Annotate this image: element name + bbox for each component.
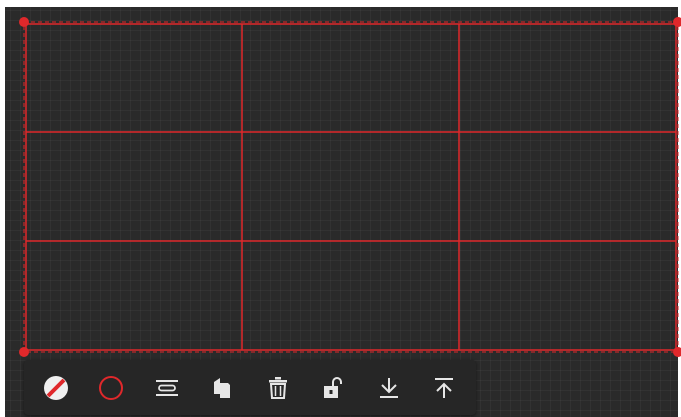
send-to-back-icon [379,377,398,398]
resize-handle-bottom-right[interactable] [673,347,681,357]
resize-handle-top-right[interactable] [673,17,681,27]
shape-toolbar [24,360,476,415]
bring-forward-button[interactable] [424,368,464,408]
send-backward-button[interactable] [369,368,409,408]
no-fill-icon [43,375,68,400]
delete-button[interactable] [258,368,298,408]
circle-outline-icon [99,375,124,400]
line-style-icon [155,379,178,396]
trash-icon [268,376,287,399]
copy-icon [214,377,231,398]
unlock-icon [324,376,343,398]
resize-handle-top-left[interactable] [19,17,29,27]
lock-button[interactable] [313,368,353,408]
table-border [25,23,677,351]
resize-handle-bottom-left[interactable] [19,347,29,357]
fill-none-button[interactable] [36,368,76,408]
selection-box [23,21,679,353]
selected-table-shape[interactable] [0,0,681,417]
stroke-color-button[interactable] [91,368,131,408]
stroke-style-button[interactable] [147,368,187,408]
bring-to-front-icon [435,377,454,398]
duplicate-button[interactable] [202,368,242,408]
